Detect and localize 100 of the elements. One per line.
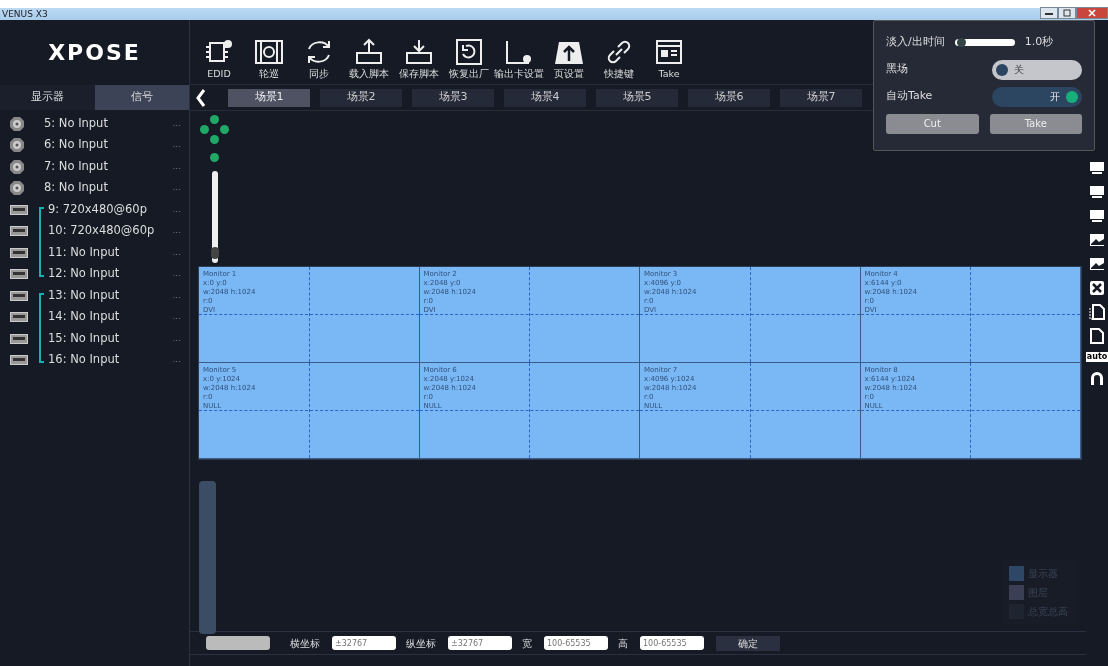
more-button[interactable]: ... [172,245,181,260]
scene-tab[interactable]: 场景1 [228,88,310,107]
input-field[interactable] [206,636,270,650]
group-bracket [39,206,44,277]
pages-icon[interactable] [1089,304,1105,320]
scene-tab[interactable]: 场景6 [688,88,770,107]
connector-icon [10,159,24,174]
port-icon [10,226,28,236]
zoom-dot[interactable] [210,135,219,144]
toggle-switch[interactable]: 开 [992,86,1082,107]
input-field[interactable]: ±32767 [448,636,512,650]
signal-label[interactable]: 16: No Input [48,351,173,369]
port-icon [10,247,28,258]
signal-label[interactable]: 14: No Input [48,308,173,326]
port-icon [10,290,28,301]
toolbar-button[interactable]: 轮巡 [244,23,294,81]
zoom-dot[interactable] [210,153,219,162]
more-button[interactable]: ... [172,181,181,195]
window-title: VENUS X3 [1,8,48,20]
field-label: 高 [618,636,628,651]
signal-label[interactable]: 7: No Input [44,157,173,176]
toggle-label: 自动Take [886,88,933,105]
input-field[interactable]: 100-65535 [544,636,608,650]
restore-icon [454,36,484,67]
more-button[interactable]: ... [172,159,181,174]
monitor-icon[interactable] [1089,160,1105,176]
input-field[interactable]: ±32767 [332,636,396,650]
confirm-button[interactable]: 确定 [716,635,780,651]
toolbar-button[interactable]: 保存脚本 [394,23,444,81]
signal-label[interactable]: 13: No Input [48,286,173,305]
page-icon[interactable] [1089,328,1105,344]
toolbar-button[interactable]: 恢复出厂 [444,23,494,81]
toolbar-button[interactable]: 快捷键 [594,23,644,81]
signal-label[interactable]: 8: No Input [44,179,173,197]
arch-icon[interactable] [1089,370,1105,386]
more-button[interactable]: ... [172,331,181,346]
fade-reading: 1.0秒 [1024,34,1054,51]
port-icon [10,355,28,365]
toggle-switch[interactable]: 关 [992,59,1082,80]
field-label: 横坐标 [290,636,320,651]
signal-label[interactable]: 15: No Input [48,329,173,348]
side-tab[interactable]: 信号 [94,85,189,110]
scene-tab[interactable]: 场景4 [504,88,586,107]
scrollbar[interactable] [199,481,216,634]
fade-slider[interactable] [954,39,1015,46]
field-label: 纵坐标 [406,636,436,651]
toolbar-button[interactable]: 输出卡设置 [494,23,544,81]
minimize-button[interactable] [1040,7,1058,19]
more-button[interactable]: ... [172,202,181,217]
port-icon [10,204,28,215]
monitor-icon[interactable] [1089,208,1105,224]
signal-label[interactable]: 5: No Input [44,114,173,133]
more-button[interactable]: ... [172,224,181,238]
signal-label[interactable]: 10: 720x480@60p [48,222,173,240]
more-button[interactable]: ... [172,116,181,131]
maximize-icon [1063,9,1071,17]
upload-icon [354,36,384,67]
scene-tab[interactable]: 场景7 [780,88,862,107]
slider-thumb[interactable] [957,38,967,47]
zoom-dot[interactable] [210,115,219,124]
scene-tab[interactable]: 场景5 [596,88,678,107]
field-label: 宽 [522,636,532,651]
auto-button[interactable]: auto [1085,352,1108,362]
toolbar-button[interactable]: 页设置 [544,23,594,81]
monitor-icon[interactable] [1089,184,1105,200]
toolbar-button[interactable]: 载入脚本 [344,23,394,81]
toggle-label: 黑场 [886,61,908,78]
zoom-dot[interactable] [200,125,209,134]
more-button[interactable]: ... [172,138,181,152]
signal-label[interactable]: 11: No Input [48,243,173,262]
image-icon[interactable] [1089,256,1105,272]
scene-tab[interactable]: 场景2 [320,88,402,107]
toolbar-button[interactable]: Take [644,23,694,81]
image-icon[interactable] [1089,232,1105,248]
signal-label[interactable]: 6: No Input [44,136,173,154]
more-button[interactable]: ... [172,288,181,303]
signal-label[interactable]: 9: 720x480@60p [48,200,173,219]
more-button[interactable]: ... [172,353,181,367]
connector-icon [10,181,24,195]
minimize-icon [1045,11,1053,15]
zoom-dot[interactable] [220,125,229,134]
toolbar-button[interactable]: 同步 [294,23,344,81]
zoom-slider[interactable] [212,171,218,263]
close-icon[interactable] [1089,280,1105,296]
port-icon [10,269,28,279]
slider-thumb[interactable] [211,247,219,259]
more-button[interactable]: ... [172,267,181,281]
close-button[interactable] [1076,7,1108,19]
connector-icon [10,116,24,131]
logo: XPOSE [48,39,141,67]
port-icon [10,312,28,322]
side-tab[interactable]: 显示器 [0,85,95,110]
more-button[interactable]: ... [172,310,181,324]
scene-tab[interactable]: 场景3 [412,88,494,107]
signal-label[interactable]: 12: No Input [48,265,173,283]
toolbar-button[interactable]: EDID [194,23,244,81]
close-icon [1088,9,1096,17]
input-field[interactable]: 100-65535 [640,636,704,650]
port-icon [10,333,28,344]
fade-label: 淡入/出时间 [886,34,945,51]
